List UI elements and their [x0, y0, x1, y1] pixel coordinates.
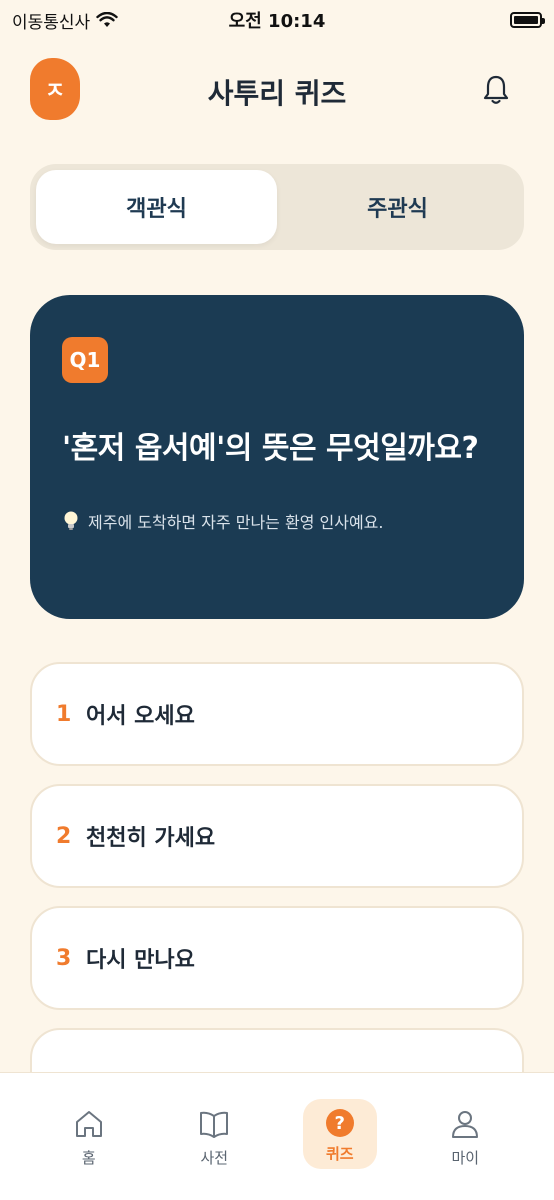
option-number: 1 — [56, 701, 72, 727]
question-card: Q1 '혼저 옵서예'의 뜻은 무엇일까요? 제주에 도착하면 자주 만나는 환… — [30, 295, 524, 619]
nav-item-dictionary[interactable]: 사전 — [177, 1073, 251, 1200]
quiz-type-segment: 객관식 주관식 — [30, 164, 524, 250]
nav-item-my[interactable]: 마이 — [428, 1073, 502, 1200]
option-label: 어서 오세요 — [86, 704, 195, 729]
battery-icon — [510, 12, 545, 28]
option-label: 천천히 가세요 — [86, 826, 216, 851]
carrier-label: 이동통신사 — [12, 12, 91, 33]
user-icon — [452, 1111, 479, 1138]
wifi-icon — [96, 12, 118, 27]
nav-label: 퀴즈 — [325, 1145, 354, 1163]
book-icon — [200, 1111, 229, 1138]
segment-multiple-choice[interactable]: 객관식 — [36, 170, 277, 244]
bell-icon[interactable] — [478, 72, 514, 108]
home-icon — [75, 1111, 102, 1137]
option-label: 다시 만나요 — [86, 948, 195, 973]
nav-label: 사전 — [200, 1149, 229, 1167]
nav-item-home[interactable]: 홈 — [52, 1073, 126, 1200]
segment-short-answer[interactable]: 주관식 — [277, 170, 518, 244]
question-badge: Q1 — [62, 337, 108, 383]
bottom-nav: 홈 사전 ? 퀴즈 마이 — [0, 1072, 554, 1200]
question-hint: 제주에 도착하면 자주 만나는 환영 인사예요. — [62, 509, 492, 533]
nav-label: 홈 — [81, 1149, 96, 1167]
nav-item-quiz[interactable]: ? 퀴즈 — [302, 1099, 377, 1169]
answer-option-1[interactable]: 1 어서 오세요 — [30, 662, 524, 766]
app-header: ㅈ 사투리 퀴즈 — [0, 58, 554, 122]
nav-label: 마이 — [451, 1149, 480, 1167]
answer-option-3[interactable]: 3 다시 만나요 — [30, 906, 524, 1010]
status-left: 이동통신사 — [12, 8, 152, 33]
lightbulb-icon — [64, 511, 78, 530]
page-title: 사투리 퀴즈 — [207, 77, 347, 110]
quiz-icon: ? — [325, 1109, 354, 1137]
hint-text: 제주에 도착하면 자주 만나는 환영 인사예요. — [88, 513, 384, 532]
option-number: 3 — [56, 945, 72, 971]
status-bar: 이동통신사 오전 10:14 — [0, 0, 554, 40]
option-number: 2 — [56, 823, 72, 849]
answer-option-2[interactable]: 2 천천히 가세요 — [30, 784, 524, 888]
question-text: '혼저 옵서예'의 뜻은 무엇일까요? — [62, 431, 479, 466]
